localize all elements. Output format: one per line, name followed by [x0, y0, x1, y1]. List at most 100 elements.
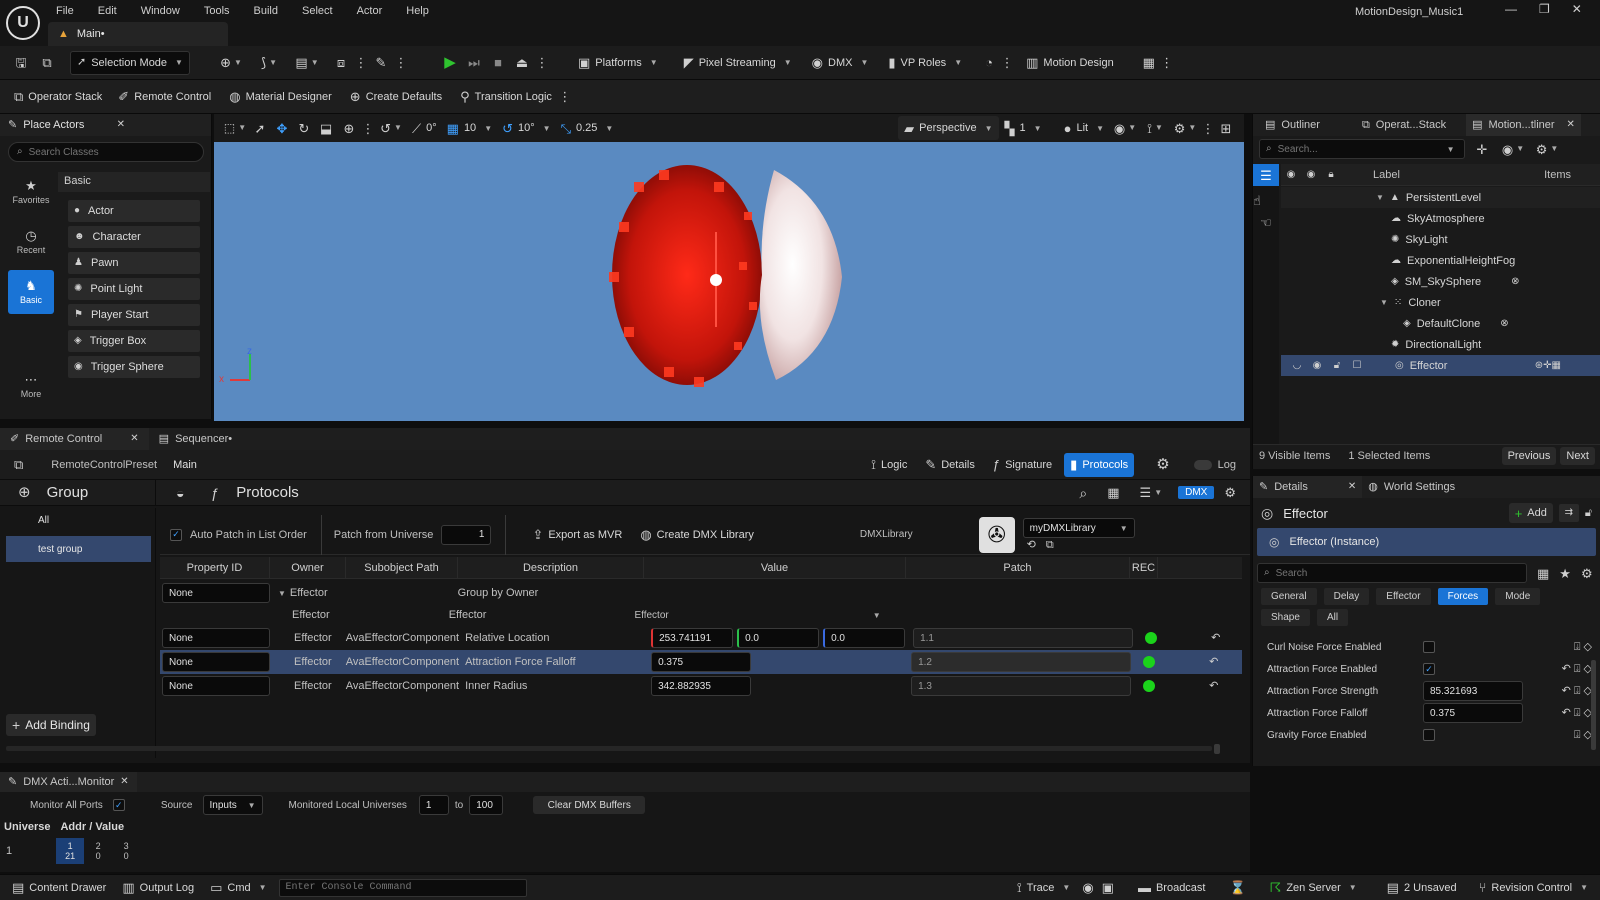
list-item[interactable]: ◈ Trigger Box [68, 330, 200, 352]
attraction-enabled-checkbox[interactable]: ✓ [1423, 663, 1435, 675]
column-value[interactable]: Value [644, 557, 906, 578]
dmx-channel-cell[interactable]: 30 [112, 838, 140, 864]
tree-row-cloner[interactable]: ▼ ⁙ Cloner [1281, 292, 1600, 313]
list-item[interactable]: ☻ Character [68, 226, 200, 248]
close-icon[interactable]: ✕ [1567, 120, 1575, 130]
table-row[interactable]: None Effector AvaEffectorComponent Inner… [160, 674, 1242, 698]
layout-icon[interactable]: ⊞ [1216, 122, 1236, 135]
motion-design-button[interactable]: ▥ Motion Design [1020, 51, 1120, 75]
patch-universe-input[interactable]: 1 [441, 524, 492, 545]
menu-actor[interactable]: Actor [357, 5, 383, 17]
pointer-icon[interactable]: ☝ [1253, 194, 1261, 207]
monitor-all-checkbox[interactable]: ✓ [112, 799, 125, 811]
tempo-icon[interactable]: ◔ [978, 56, 1000, 69]
dmx-badge[interactable]: DMX [1178, 486, 1215, 499]
signature-button[interactable]: ƒ Signature [987, 453, 1058, 477]
patch-field[interactable]: 1.2 [911, 652, 1132, 672]
list-item[interactable]: ◉ Trigger Sphere [68, 356, 200, 378]
column-patch[interactable]: Patch [906, 557, 1130, 578]
previous-button[interactable]: Previous [1501, 446, 1557, 465]
lock-icon[interactable]: 🔓︎ [1327, 360, 1347, 371]
translate-icon[interactable]: ✥ [272, 122, 292, 135]
checkbox-icon[interactable]: ☐ [1347, 360, 1367, 371]
use-selected-icon[interactable]: ⟲ [1027, 540, 1036, 551]
keyframe-icon[interactable]: ⍗ ◇ [1574, 641, 1592, 653]
filter-general[interactable]: General [1261, 588, 1317, 605]
effector-instance-row[interactable]: ◎ Effector (Instance) [1257, 528, 1596, 556]
place-actors-tab[interactable]: ✎ Place Actors ✕ [0, 114, 211, 136]
value-z-field[interactable]: 0.0 [823, 628, 906, 648]
more-icon[interactable]: ⋮ [558, 90, 572, 103]
unsaved-button[interactable]: ▤ 2 Unsaved [1381, 876, 1463, 900]
cinematics-icon[interactable]: ▤ ▼ [292, 56, 322, 69]
table-row-subobject[interactable]: Effector Effector Effector ▼ [160, 603, 1242, 627]
gear-icon[interactable]: ⚙ ▼ [1170, 122, 1200, 135]
effector-pivot[interactable] [710, 274, 722, 286]
tree-row-effector[interactable]: ◡ ◉ 🔓︎ ☐ ◎ Effector ⊛✛▦ [1281, 355, 1600, 376]
table-row-group[interactable]: None ▼ Effector Group by Owner [160, 581, 1242, 605]
eye-icon[interactable]: ◡ [1287, 360, 1307, 371]
add-component-button[interactable]: + Add [1508, 503, 1553, 523]
tab-outliner[interactable]: ▤ Outliner [1259, 114, 1326, 136]
more-icon[interactable]: ⋮ [1160, 56, 1174, 69]
menu-help[interactable]: Help [406, 5, 429, 17]
close-icon[interactable]: ✕ [1348, 482, 1356, 492]
filter-icon[interactable]: ☰ ▼ [1140, 486, 1163, 499]
tree-row[interactable]: ☁ ExponentialHeightFog [1281, 250, 1600, 271]
save-icon[interactable]: 🖫 [10, 56, 32, 69]
filter-mode[interactable]: Mode [1495, 588, 1541, 605]
tab-remote-control[interactable]: ✐ Remote Control ✕ [0, 428, 149, 450]
preset-icon[interactable]: ⧉ [14, 458, 23, 471]
viewport-options-icon[interactable]: ⬚ ▼ [222, 122, 248, 134]
value-field[interactable]: 0.375 [651, 652, 752, 672]
filter-forces[interactable]: Forces [1437, 588, 1489, 605]
scale-icon[interactable]: ⬓ [316, 122, 336, 135]
close-icon[interactable]: ✕ [120, 777, 128, 787]
broadcast-button[interactable]: ▬ Broadcast [1132, 876, 1212, 900]
add-group-icon[interactable]: ⊕ [18, 485, 31, 500]
perspective-button[interactable]: ▰ Perspective ▼ [898, 116, 999, 140]
value-y-field[interactable]: 0.0 [737, 628, 820, 648]
keyframe-icon[interactable]: ⍗ ◇ [1574, 729, 1592, 741]
tree-row[interactable]: ✺ SkyLight [1281, 229, 1600, 250]
menu-tools[interactable]: Tools [204, 5, 230, 17]
search-icon[interactable]: ⌕ [1079, 486, 1087, 500]
tab-dmx-monitor[interactable]: ✎ DMX Acti...Monitor ✕ [0, 772, 137, 792]
unlink-icon[interactable]: ⊗ [1500, 318, 1508, 329]
operator-stack-button[interactable]: ⧉ Operator Stack [8, 85, 108, 109]
view-options-icon[interactable]: ◉ ▼ [1499, 143, 1527, 156]
tab-operator-stack[interactable]: ⧉ Operat...Stack [1356, 114, 1452, 136]
screenshot-icon[interactable]: ▣ [1102, 881, 1114, 894]
value-field[interactable]: 342.882935 [651, 676, 752, 696]
column-property-id[interactable]: Property ID [160, 557, 270, 578]
curl-noise-checkbox[interactable] [1423, 641, 1435, 653]
vertical-scrollbar[interactable] [1214, 744, 1220, 754]
next-button[interactable]: Next [1560, 446, 1595, 465]
rec-status-indicator[interactable] [1145, 632, 1158, 644]
browse-icon[interactable]: ⧉ [32, 56, 62, 69]
eject-icon[interactable]: ⏏ [510, 56, 534, 69]
list-item[interactable]: ⚑ Player Start [68, 304, 200, 326]
level-tab[interactable]: ▲ Main• [48, 22, 228, 46]
tree-row[interactable]: ◈ SM_SkySphere ⊗ [1281, 271, 1600, 292]
protocols-button[interactable]: ▮ Protocols [1064, 452, 1135, 477]
details-scrollbar[interactable] [1591, 660, 1596, 750]
pixel-streaming-button[interactable]: ◤ Pixel Streaming ▼ [678, 51, 798, 75]
table-view-icon[interactable]: ▦ [1537, 567, 1549, 580]
world-icon[interactable]: ⊕ [338, 122, 360, 135]
effector-tools-icon[interactable]: ⊛✛▦ [1535, 360, 1561, 371]
record-icon[interactable]: ◉ [1082, 881, 1093, 894]
group-all[interactable]: All [0, 508, 155, 532]
column-owner[interactable]: Owner [270, 557, 346, 578]
log-toggle[interactable] [1193, 459, 1212, 470]
level-viewport[interactable]: x z [214, 142, 1244, 421]
logic-button[interactable]: ⟟ Logic [865, 453, 913, 477]
column-subobject-path[interactable]: Subobject Path [346, 557, 458, 578]
tree-row[interactable]: ◈ DefaultClone ⊗ [1281, 313, 1600, 334]
menu-window[interactable]: Window [141, 5, 180, 17]
attraction-strength-field[interactable]: 85.321693 [1423, 681, 1523, 701]
outliner-search-input[interactable] [1277, 143, 1438, 155]
list-item[interactable]: ✺ Point Light [68, 278, 200, 300]
filter-effector[interactable]: Effector [1376, 588, 1431, 605]
dmx-library-select[interactable]: myDMXLibrary ▼ [1022, 518, 1135, 538]
